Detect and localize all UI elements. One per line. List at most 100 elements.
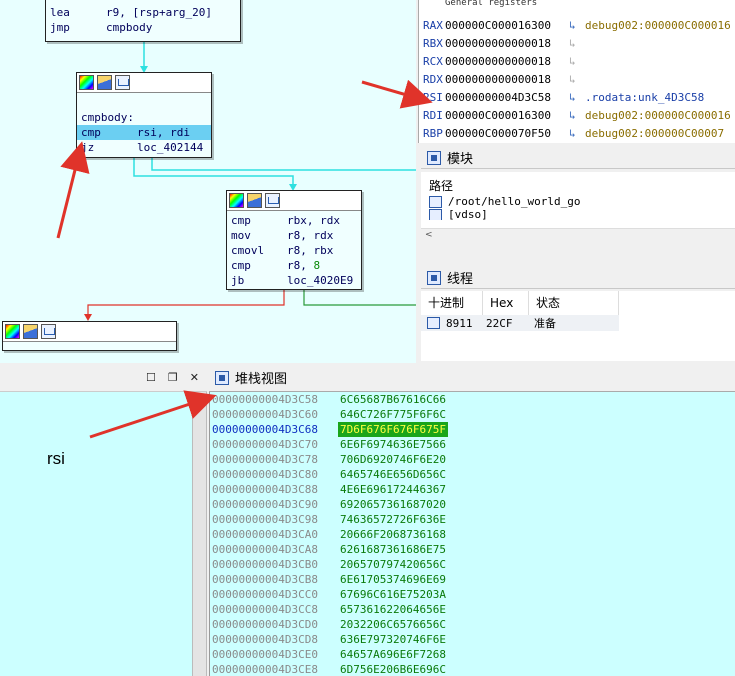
stack-row[interactable]: 00000000004D3CD8 636E797320746F6E [210, 632, 735, 647]
register-row-rcx[interactable]: RCX 0000000000000018 ↳ [423, 53, 585, 70]
module-item[interactable]: [vdso] [421, 209, 735, 220]
thread-row[interactable]: 8911 22CF 准备 [421, 315, 619, 331]
register-value[interactable]: 0000000000000018 [445, 71, 569, 88]
asm-line[interactable]: cmp rbx, rdx [231, 213, 357, 228]
register-row-rax[interactable]: RAX 000000C000016300 ↳ debug002:000000C0000… [423, 17, 731, 34]
maximize-icon[interactable]: ☐ [146, 371, 156, 384]
stack-value[interactable]: 6E61705374696E69 [338, 572, 448, 587]
stack-row[interactable]: 00000000004D3C70 6E6F6974636E7566 [210, 437, 735, 452]
stack-row[interactable]: 00000000004D3CE8 6D756E206B6E696C [210, 662, 735, 676]
graph-icon[interactable] [115, 75, 130, 90]
jump-arrow-icon[interactable]: ↳ [569, 17, 585, 34]
register-value[interactable]: 0000000000000018 [445, 35, 569, 52]
asm-line[interactable]: jmp cmpbody [50, 20, 236, 35]
asm-line[interactable]: cmp r8, 8 [231, 258, 357, 273]
register-target[interactable]: debug002:000000C00007 [585, 127, 724, 140]
stack-value[interactable]: 706D6920746F6E20 [338, 452, 448, 467]
graph-view[interactable]: lea r9, [rsp+arg_20] jmp cmpbody cmpbody: … [0, 0, 416, 363]
stack-value[interactable]: 6E6F6974636E7566 [338, 437, 448, 452]
asm-line-selected[interactable]: cmp rsi, rdi [77, 125, 211, 140]
rename-icon[interactable] [247, 193, 262, 208]
stack-row[interactable]: 00000000004D3CB0 206570797420656C [210, 557, 735, 572]
asm-line[interactable]: lea r9, [rsp+arg_20] [50, 5, 236, 20]
stack-row[interactable]: 00000000004D3CC8 657361622064656E [210, 602, 735, 617]
stack-row[interactable]: 00000000004D3C90 6920657361687020 [210, 497, 735, 512]
color-icon[interactable] [5, 324, 20, 339]
stack-row[interactable]: 00000000004D3C80 6465746E656D656C [210, 467, 735, 482]
stack-value[interactable]: 636E797320746F6E [338, 632, 448, 647]
registers-panel[interactable]: General registers RAX 000000C000016300 ↳ de… [418, 0, 735, 143]
jump-arrow-icon[interactable]: ↳ [569, 125, 585, 142]
threads-panel[interactable]: 十进制 Hex 状态 8911 22CF 准备 [421, 291, 735, 361]
stack-row[interactable]: 00000000004D3C88 4E6E696172446367 [210, 482, 735, 497]
asm-line[interactable]: jz loc_402144 [81, 140, 207, 155]
stack-row[interactable]: 00000000004D3C58 6C65687B67616C66 [210, 392, 735, 407]
stack-value[interactable]: 64657A696E6F7268 [338, 647, 448, 662]
rename-icon[interactable] [97, 75, 112, 90]
stack-view[interactable]: 00000000004D3C58 6C65687B67616C66 00000000… [209, 392, 735, 676]
graph-node-cmpbody[interactable]: cmpbody: cmp rsi, rdi jz loc_402144 [76, 72, 212, 158]
stack-row[interactable]: 00000000004D3CC0 67696C616E75203A [210, 587, 735, 602]
modules-hscrollbar[interactable]: < [421, 228, 735, 242]
register-row-rdi[interactable]: RDI 000000C000016300 ↳ debug002:000000C0000… [423, 107, 731, 124]
jump-arrow-icon[interactable]: ↳ [569, 71, 585, 88]
stack-value[interactable]: 657361622064656E [338, 602, 448, 617]
left-pane[interactable] [0, 392, 192, 676]
jump-arrow-icon[interactable]: ↳ [569, 35, 585, 52]
register-target[interactable]: debug002:000000C000016 [585, 109, 731, 122]
register-row-rbx[interactable]: RBX 0000000000000018 ↳ [423, 35, 585, 52]
vertical-scrollbar[interactable] [192, 392, 207, 676]
stack-value[interactable]: 67696C616E75203A [338, 587, 448, 602]
register-target[interactable]: debug002:000000C000016 [585, 19, 731, 32]
graph-icon[interactable] [265, 193, 280, 208]
stack-value[interactable]: 2032206C6576656C [338, 617, 448, 632]
asm-line[interactable]: mov r8, rdx [231, 228, 357, 243]
register-value[interactable]: 000000C000070F50 [445, 125, 569, 142]
stack-row[interactable]: 00000000004D3CA8 6261687361686E75 [210, 542, 735, 557]
register-row-rdx[interactable]: RDX 0000000000000018 ↳ [423, 71, 585, 88]
register-target[interactable]: .rodata:unk_4D3C58 [585, 91, 704, 104]
modules-column-path[interactable]: 路径 [421, 172, 735, 194]
register-value[interactable]: 00000000004D3C58 [445, 89, 569, 106]
register-value[interactable]: 000000C000016300 [445, 107, 569, 124]
stack-row[interactable]: 00000000004D3C78 706D6920746F6E20 [210, 452, 735, 467]
rename-icon[interactable] [23, 324, 38, 339]
restore-icon[interactable]: ❐ [168, 371, 178, 384]
jump-arrow-icon[interactable]: ↳ [569, 89, 585, 106]
register-row-rbp[interactable]: RBP 000000C000070F50 ↳ debug002:000000C0000… [423, 125, 724, 142]
stack-value[interactable]: 74636572726F636E [338, 512, 448, 527]
asm-label[interactable]: cmpbody: [81, 110, 207, 125]
color-icon[interactable] [79, 75, 94, 90]
threads-header[interactable]: 线程 [421, 267, 735, 289]
stack-value[interactable]: 206570797420656C [338, 557, 448, 572]
stack-row[interactable]: 00000000004D3CB8 6E61705374696E69 [210, 572, 735, 587]
stack-row[interactable]: 00000000004D3C98 74636572726F636E [210, 512, 735, 527]
graph-icon[interactable] [41, 324, 56, 339]
stack-row[interactable]: 00000000004D3CD0 2032206C6576656C [210, 617, 735, 632]
asm-line[interactable]: cmovl r8, rbx [231, 243, 357, 258]
threads-col-state[interactable]: 状态 [529, 291, 619, 315]
register-value[interactable]: 0000000000000018 [445, 53, 569, 70]
jump-arrow-icon[interactable]: ↳ [569, 107, 585, 124]
stack-value[interactable]: 6D756E206B6E696C [338, 662, 448, 676]
close-icon[interactable]: ✕ [190, 371, 199, 384]
stack-value[interactable]: 6C65687B67616C66 [338, 392, 448, 407]
stack-view-header[interactable]: 堆栈视图 [209, 364, 735, 392]
register-row-rsi[interactable]: RSI 00000000004D3C58 ↳ .rodata:unk_4D3C58 [423, 89, 704, 106]
stack-value[interactable]: 20666F2068736168 [338, 527, 448, 542]
stack-value[interactable]: 7D6F676F676F675F [338, 422, 448, 437]
stack-value[interactable]: 646C726F775F6F6C [338, 407, 448, 422]
graph-node-body[interactable]: cmp rbx, rdx mov r8, rdx cmovl r8, rbx cmp r… [226, 190, 362, 290]
stack-row[interactable]: 00000000004D3CA0 20666F2068736168 [210, 527, 735, 542]
threads-col-dec[interactable]: 十进制 [421, 291, 483, 315]
jump-arrow-icon[interactable]: ↳ [569, 53, 585, 70]
stack-value[interactable]: 6261687361686E75 [338, 542, 448, 557]
stack-row[interactable]: 00000000004D3C68 7D6F676F676F675F [210, 422, 735, 437]
asm-line[interactable]: jb loc_4020E9 [231, 273, 357, 288]
modules-panel[interactable]: 路径 /root/hello_world_go [vdso] < [421, 172, 735, 242]
register-value[interactable]: 000000C000016300 [445, 17, 569, 34]
stack-row[interactable]: 00000000004D3C60 646C726F775F6F6C [210, 407, 735, 422]
modules-header[interactable]: 模块 [421, 147, 735, 169]
module-item[interactable]: /root/hello_world_go [421, 194, 735, 209]
color-icon[interactable] [229, 193, 244, 208]
